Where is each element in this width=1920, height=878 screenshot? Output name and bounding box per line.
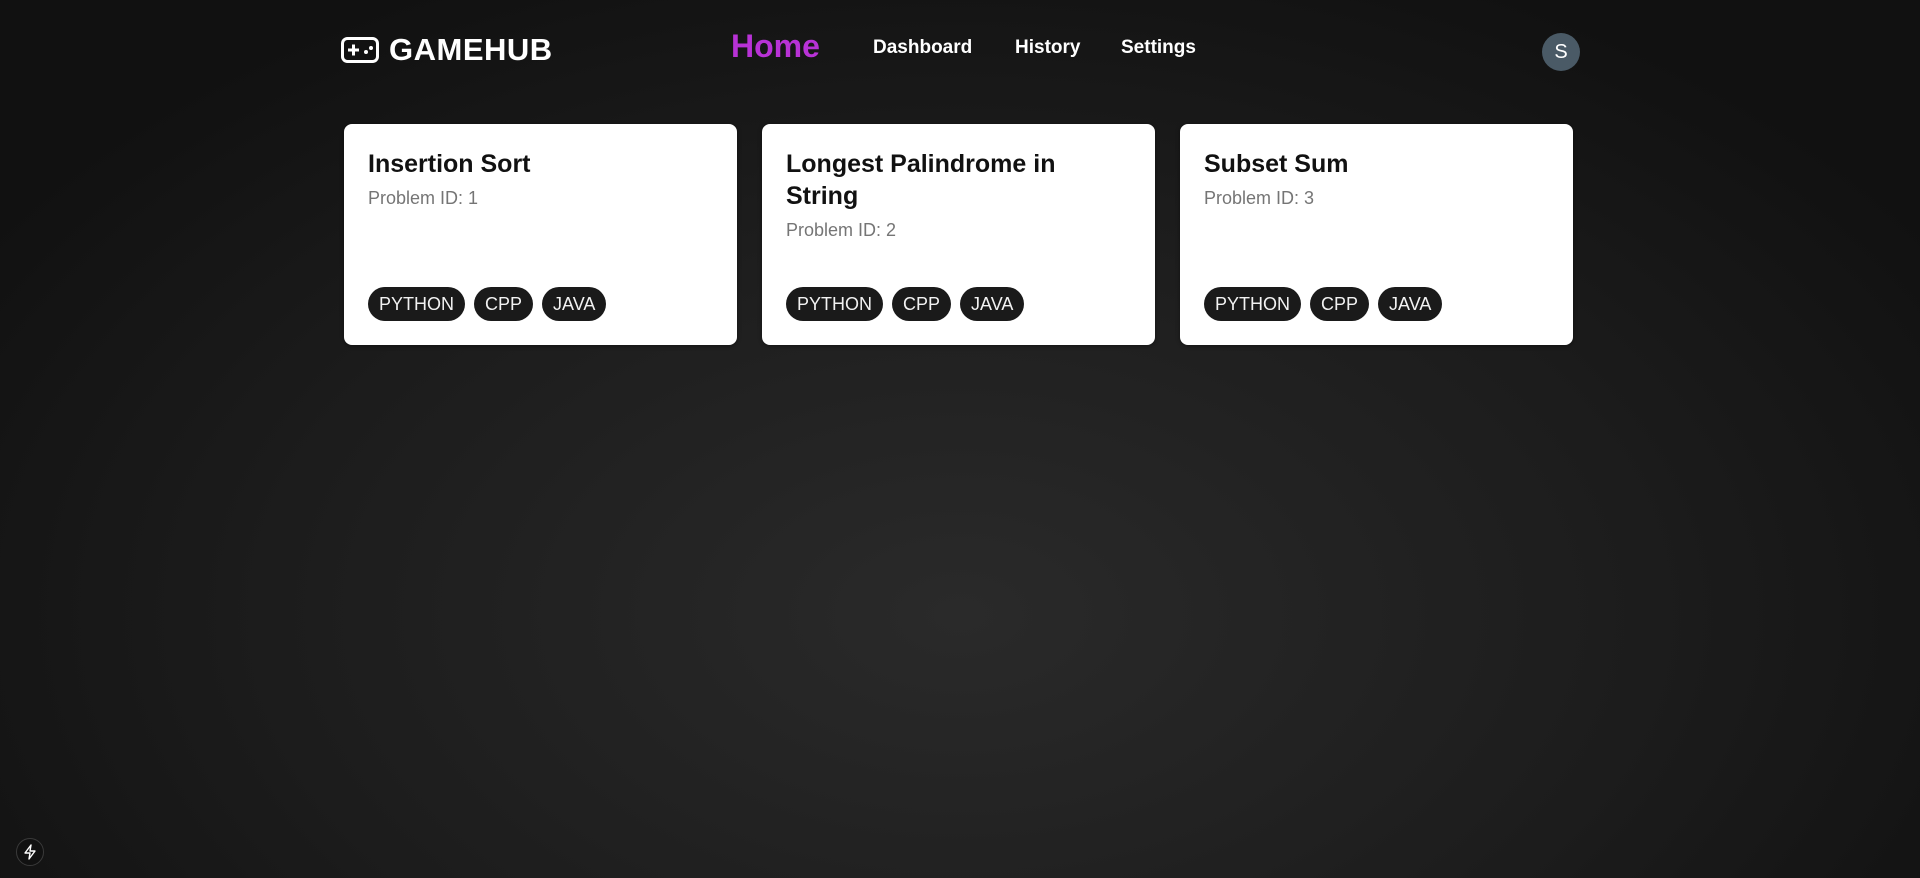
language-tags: PYTHON CPP JAVA <box>368 287 607 321</box>
problem-title: Subset Sum <box>1204 150 1349 178</box>
nav-dashboard[interactable]: Dashboard <box>873 37 972 59</box>
problem-card-list: Insertion Sort Problem ID: 1 PYTHON CPP … <box>344 124 1573 345</box>
nav-home[interactable]: Home <box>731 28 820 65</box>
nav-history[interactable]: History <box>1015 37 1080 59</box>
problem-card[interactable]: Insertion Sort Problem ID: 1 PYTHON CPP … <box>344 124 737 345</box>
gamepad-icon <box>341 37 379 63</box>
problem-id: Problem ID: 2 <box>786 220 897 240</box>
language-tags: PYTHON CPP JAVA <box>1204 287 1443 321</box>
problem-id: Problem ID: 3 <box>1204 188 1315 208</box>
language-tag: PYTHON <box>368 287 466 321</box>
language-tag: PYTHON <box>1204 287 1302 321</box>
lightning-icon <box>24 844 36 860</box>
problem-title: Insertion Sort <box>368 150 531 178</box>
nav-settings[interactable]: Settings <box>1121 37 1196 59</box>
language-tag: CPP <box>474 287 534 321</box>
problem-card[interactable]: Longest Palindrome in String Problem ID:… <box>762 124 1155 345</box>
problem-id: Problem ID: 1 <box>368 188 479 208</box>
brand-name: GAMEHUB <box>389 32 553 67</box>
brand-logo[interactable]: GAMEHUB <box>341 32 553 68</box>
language-tag: CPP <box>1310 287 1370 321</box>
user-avatar[interactable]: S <box>1542 33 1580 71</box>
problem-title: Longest Palindrome in String <box>786 150 1056 210</box>
navbar: GAMEHUB Home Dashboard History Settings … <box>341 0 1580 100</box>
problem-card[interactable]: Subset Sum Problem ID: 3 PYTHON CPP JAVA <box>1180 124 1573 345</box>
dev-tools-button[interactable] <box>16 838 44 866</box>
language-tag: CPP <box>892 287 952 321</box>
language-tag: JAVA <box>960 287 1025 321</box>
language-tag: PYTHON <box>786 287 884 321</box>
language-tag: JAVA <box>1378 287 1443 321</box>
language-tag: JAVA <box>542 287 607 321</box>
language-tags: PYTHON CPP JAVA <box>786 287 1025 321</box>
